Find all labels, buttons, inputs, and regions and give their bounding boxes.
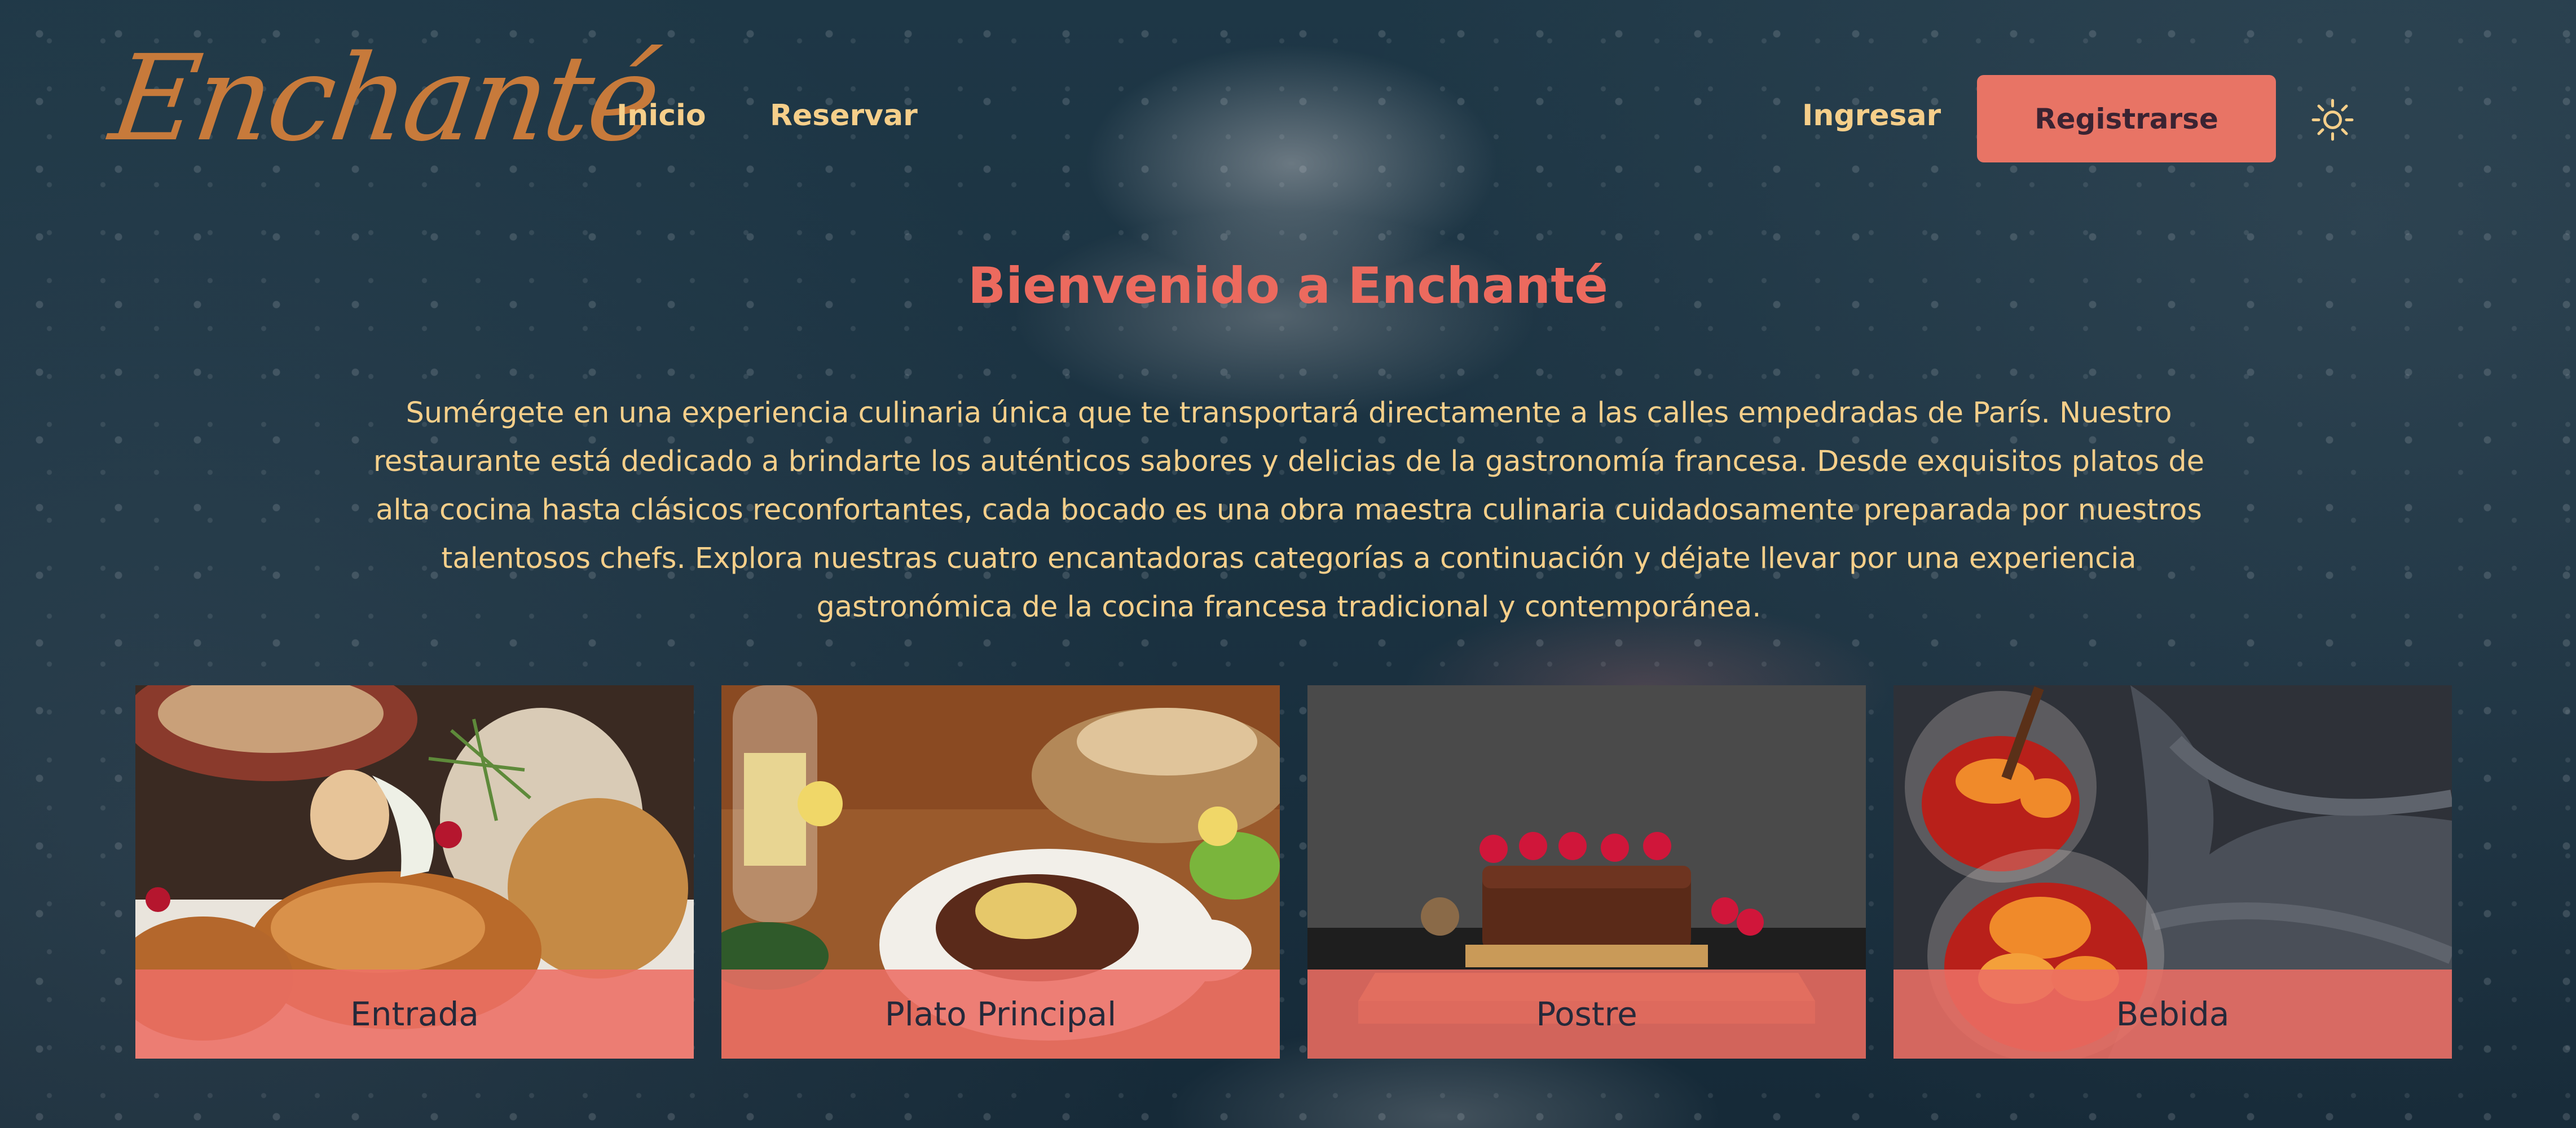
sun-icon[interactable] xyxy=(2311,99,2354,141)
logo[interactable]: Enchanté xyxy=(103,29,666,168)
category-label: Postre xyxy=(1536,995,1637,1033)
hero-description: Sumérgete en una experiencia culinaria ú… xyxy=(373,396,2205,624)
nav-reservar-link[interactable]: Reservar xyxy=(770,99,918,133)
card-label-bar: Plato Principal xyxy=(721,970,1280,1059)
login-link[interactable]: Ingresar xyxy=(1802,99,1941,133)
category-card-plato-principal[interactable]: Plato Principal xyxy=(721,685,1280,1059)
card-label-bar: Entrada xyxy=(135,970,694,1059)
category-label: Plato Principal xyxy=(884,995,1117,1033)
page-title: Bienvenido a Enchanté xyxy=(968,257,1608,315)
category-card-postre[interactable]: Postre xyxy=(1307,685,1866,1059)
landing-page: Enchanté Inicio Reservar Ingresar Regist… xyxy=(0,0,2576,1128)
category-label: Entrada xyxy=(350,995,479,1033)
category-card-bebida[interactable]: Bebida xyxy=(1894,685,2452,1059)
card-label-bar: Postre xyxy=(1307,970,1866,1059)
register-button[interactable]: Registrarse xyxy=(1977,75,2276,162)
category-label: Bebida xyxy=(2116,995,2230,1033)
category-card-entrada[interactable]: Entrada xyxy=(135,685,694,1059)
nav-inicio-link[interactable]: Inicio xyxy=(617,99,706,133)
card-label-bar: Bebida xyxy=(1894,970,2452,1059)
